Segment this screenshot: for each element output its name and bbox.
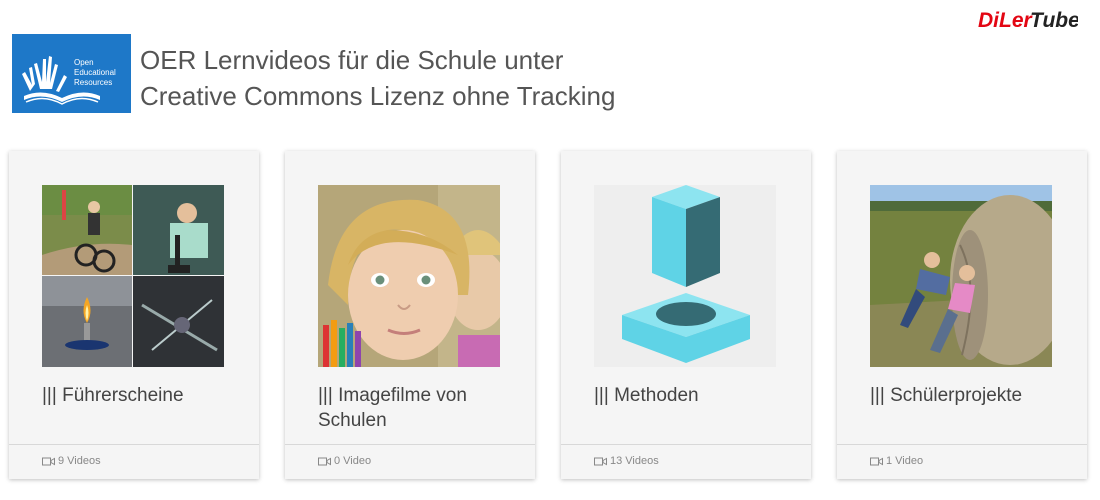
card-divider	[837, 444, 1087, 445]
card-thumbnail[interactable]	[42, 185, 224, 367]
card-fuehrerscheine[interactable]: ||| Führerscheine 9 Videos	[9, 151, 259, 479]
video-camera-icon	[594, 457, 607, 465]
video-camera-icon	[42, 457, 55, 465]
card-thumbnail[interactable]	[594, 185, 776, 367]
card-title[interactable]: ||| Schülerprojekte	[870, 383, 1070, 408]
card-schuelerprojekte[interactable]: ||| Schülerprojekte 1 Video	[837, 151, 1087, 479]
video-count: 1 Video	[886, 455, 924, 467]
card-thumbnail[interactable]	[870, 185, 1052, 367]
card-footer: 1 Video	[870, 455, 923, 467]
video-count: 9 Videos	[58, 455, 101, 467]
shapes-icon	[594, 185, 776, 367]
page-title-line-1: OER Lernvideos für die Schule unter	[140, 45, 564, 75]
card-title[interactable]: ||| Imagefilme von Schulen	[318, 383, 518, 433]
card-thumbnail[interactable]	[318, 185, 500, 367]
card-divider	[285, 444, 535, 445]
svg-text:Tube: Tube	[1030, 9, 1078, 32]
dilertube-logo[interactable]: DiLer Tube	[978, 6, 1078, 32]
card-imagefilme[interactable]: ||| Imagefilme von Schulen 0 Video	[285, 151, 535, 479]
card-methoden[interactable]: ||| Methoden 13 Videos	[561, 151, 811, 479]
oer-logo-text: Open Educational Resources	[74, 58, 116, 87]
video-camera-icon	[318, 457, 331, 465]
hay-bale-photo	[870, 185, 1052, 367]
svg-text:DiLer: DiLer	[978, 9, 1034, 32]
child-photo	[318, 185, 500, 367]
page-title-line-2: Creative Commons Lizenz ohne Tracking	[140, 81, 616, 111]
card-footer: 9 Videos	[42, 455, 101, 467]
card-footer: 0 Video	[318, 455, 371, 467]
card-title[interactable]: ||| Methoden	[594, 383, 794, 408]
oer-logo[interactable]: Open Educational Resources	[12, 34, 131, 113]
card-divider	[561, 444, 811, 445]
collage-icon	[42, 185, 224, 367]
page-title: OER Lernvideos für die Schule unter Crea…	[140, 42, 615, 114]
card-title[interactable]: ||| Führerscheine	[42, 383, 242, 408]
video-camera-icon	[870, 457, 883, 465]
video-count: 0 Video	[334, 455, 372, 467]
card-divider	[9, 444, 259, 445]
video-count: 13 Videos	[610, 455, 659, 467]
card-footer: 13 Videos	[594, 455, 659, 467]
